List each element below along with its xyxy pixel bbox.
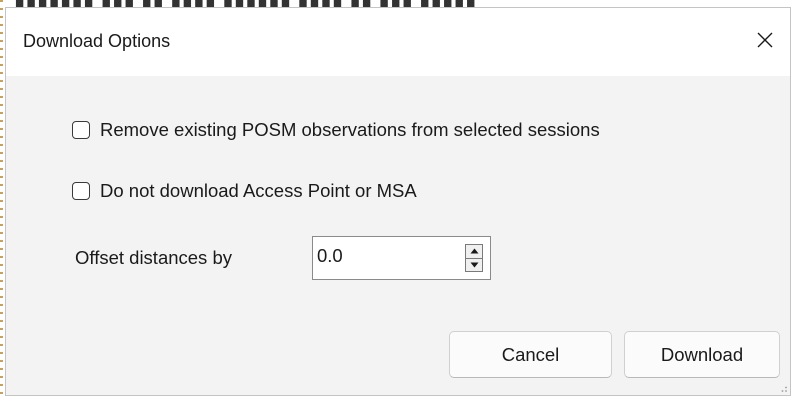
no-access-point-label[interactable]: Do not download Access Point or MSA <box>100 180 417 202</box>
cancel-button[interactable]: Cancel <box>449 331 612 378</box>
remove-existing-option[interactable]: Remove existing POSM observations from s… <box>72 119 600 141</box>
close-icon <box>757 32 773 48</box>
download-button[interactable]: Download <box>624 331 780 378</box>
offset-label: Offset distances by <box>75 247 232 268</box>
background-window-edge <box>0 0 3 398</box>
title-bar: Download Options <box>6 8 790 76</box>
caret-up-icon <box>470 248 478 254</box>
caret-down-icon <box>470 262 478 268</box>
offset-spinbox[interactable] <box>312 236 491 280</box>
spin-down-button[interactable] <box>465 258 483 272</box>
offset-input[interactable] <box>317 245 447 267</box>
no-access-point-checkbox[interactable] <box>72 182 90 200</box>
spin-up-button[interactable] <box>465 244 483 259</box>
remove-existing-label[interactable]: Remove existing POSM observations from s… <box>100 119 600 141</box>
remove-existing-checkbox[interactable] <box>72 121 90 139</box>
close-button[interactable] <box>744 21 786 59</box>
no-access-point-option[interactable]: Do not download Access Point or MSA <box>72 180 417 202</box>
dialog-title: Download Options <box>23 31 171 51</box>
spin-buttons <box>465 244 483 272</box>
download-options-dialog: Download Options Remove existing POSM ob… <box>5 7 791 396</box>
resize-grip-icon[interactable] <box>778 383 788 393</box>
